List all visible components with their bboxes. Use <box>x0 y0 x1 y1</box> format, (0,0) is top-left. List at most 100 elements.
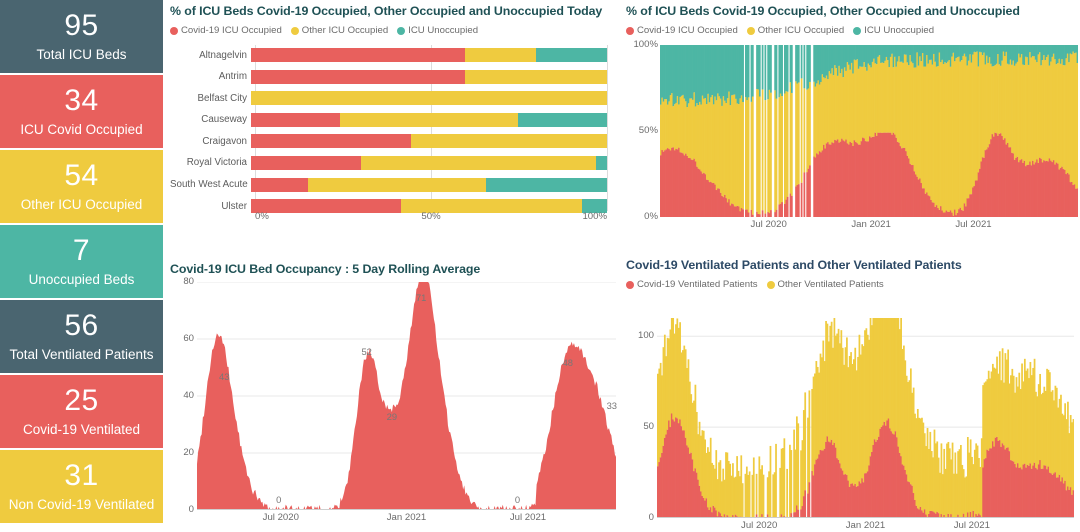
bar-row[interactable]: Antrim <box>170 67 607 87</box>
bar-track <box>251 91 607 106</box>
kpi-label: Other ICU Occupied <box>20 197 143 213</box>
bar-segment[interactable] <box>251 48 465 62</box>
bar-row[interactable]: Royal Victoria <box>170 153 607 173</box>
bar-category-label: Craigavon <box>202 135 247 147</box>
bar-row[interactable]: Causeway <box>170 110 607 130</box>
bar-row[interactable]: Belfast City <box>170 88 607 108</box>
x-tick-label: 50% <box>421 211 441 222</box>
legend-label: Covid-19 Ventilated Patients <box>637 279 758 290</box>
x-tick-label: Jan 2021 <box>851 219 891 230</box>
y-tick-label: 0 <box>188 504 194 515</box>
bar-row[interactable]: Altnagelvin <box>170 45 607 65</box>
bar-segment[interactable] <box>251 177 308 192</box>
kpi-card-total-icu-beds[interactable]: 95 Total ICU Beds <box>0 0 163 73</box>
legend-item[interactable]: Other ICU Occupied <box>746 25 845 36</box>
bar-segment[interactable] <box>464 48 536 62</box>
bar-track <box>251 155 607 170</box>
legend-item[interactable]: Covid-19 ICU Occupied <box>170 25 282 36</box>
kpi-card-other-icu-occupied[interactable]: 54 Other ICU Occupied <box>0 150 163 223</box>
legend-label: Covid-19 ICU Occupied <box>637 25 738 36</box>
bar-segment[interactable] <box>251 69 465 84</box>
kpi-label: Non Covid-19 Ventilated <box>8 497 155 513</box>
data-label: 29 <box>386 411 398 423</box>
legend-item[interactable]: Covid-19 Ventilated Patients <box>626 279 758 290</box>
bar-segment[interactable] <box>251 134 412 149</box>
legend-swatch-icon <box>397 26 406 35</box>
kpi-value: 95 <box>64 9 99 43</box>
icu-beds-timeseries-panel: % of ICU Beds Covid-19 Occupied, Other O… <box>626 4 1078 252</box>
y-tick-label: 60 <box>183 333 194 344</box>
data-label: 0 <box>514 494 521 505</box>
icu-beds-timeseries-legend: Covid-19 ICU Occupied Other ICU Occupied I… <box>626 25 1078 36</box>
icu-beds-today-panel: % of ICU Beds Covid-19 Occupied, Other O… <box>170 4 620 252</box>
legend-swatch-icon <box>766 280 775 289</box>
data-label: 52 <box>361 345 372 357</box>
bar-segment[interactable] <box>485 177 607 192</box>
bar-category-label: South West Acute <box>170 179 248 191</box>
y-tick-label: 80 <box>183 276 194 287</box>
bar-track <box>251 69 607 84</box>
bar-segment[interactable] <box>340 112 518 127</box>
legend-item[interactable]: ICU Unoccupied <box>397 25 478 36</box>
legend-swatch-icon <box>626 280 634 289</box>
bar-segment[interactable] <box>596 155 607 170</box>
ventilated-patients-panel: Covid-19 Ventilated Patients and Other V… <box>626 258 1078 532</box>
bar-category-label: Royal Victoria <box>186 157 247 169</box>
kpi-label: Total ICU Beds <box>36 47 127 63</box>
kpi-value: 7 <box>72 234 91 268</box>
bars-rows: Altnagelvin Antrim Belfast City Causeway Cra… <box>170 45 607 214</box>
kpi-card-unoccupied-beds[interactable]: 7 Unoccupied Beds <box>0 225 163 298</box>
icu-beds-today-plot: Altnagelvin Antrim Belfast City Causeway Cra… <box>170 45 620 225</box>
kpi-card-non-covid-19-ventilated[interactable]: 31 Non Covid-19 Ventilated <box>0 450 163 523</box>
y-tick-label: 50% <box>638 125 658 136</box>
x-tick-label: 0% <box>255 211 269 222</box>
bar-row[interactable]: South West Acute <box>170 175 607 195</box>
bar-segment[interactable] <box>535 48 607 62</box>
bar-track <box>251 134 607 149</box>
data-label: 33 <box>606 399 618 411</box>
legend-item[interactable]: Other ICU Occupied <box>290 25 389 36</box>
kpi-value: 54 <box>64 159 99 193</box>
y-tick-label: 0 <box>648 512 654 523</box>
legend-label: Other ICU Occupied <box>301 25 389 36</box>
legend-label: ICU Unoccupied <box>864 25 935 36</box>
x-tick-label: Jan 2021 <box>845 520 886 531</box>
rolling-y-axis: 0 20 40 60 80 <box>170 276 194 515</box>
bar-segment[interactable] <box>464 69 607 84</box>
data-label: 43 <box>219 371 230 383</box>
bar-segment[interactable] <box>361 155 597 170</box>
x-tick-label: Jul 2020 <box>741 520 778 531</box>
bar-row[interactable]: Craigavon <box>170 131 607 151</box>
rolling-x-axis: Jul 2020 Jan 2021 Jul 2021 <box>197 512 616 526</box>
legend-item[interactable]: ICU Unoccupied <box>853 25 934 36</box>
y-tick-label: 100% <box>633 39 658 50</box>
x-tick-label: 100% <box>582 211 607 222</box>
legend-item[interactable]: Covid-19 ICU Occupied <box>626 25 738 36</box>
bar-segment[interactable] <box>251 91 607 106</box>
ventilated-patients-title: Covid-19 Ventilated Patients and Other V… <box>626 258 962 272</box>
legend-item[interactable]: Other Ventilated Patients <box>766 279 884 290</box>
legend-swatch-icon <box>746 26 755 35</box>
kpi-card-total-ventilated-patients[interactable]: 56 Total Ventilated Patients <box>0 300 163 373</box>
x-tick-label: Jul 2021 <box>955 219 992 230</box>
bar-segment[interactable] <box>251 155 362 170</box>
kpi-card-covid-19-ventilated[interactable]: 25 Covid-19 Ventilated <box>0 375 163 448</box>
ventilated-y-axis: 0 50 100 <box>626 318 654 523</box>
bar-segment[interactable] <box>251 112 340 127</box>
kpi-label: Total Ventilated Patients <box>9 347 154 363</box>
legend-swatch-icon <box>170 26 178 35</box>
bar-segment[interactable] <box>411 134 607 149</box>
bar-category-label: Antrim <box>218 71 247 83</box>
kpi-value: 25 <box>64 384 99 418</box>
bar-segment[interactable] <box>307 177 486 192</box>
legend-swatch-icon <box>290 26 299 35</box>
kpi-value: 31 <box>64 459 99 493</box>
bar-category-label: Belfast City <box>197 92 247 104</box>
kpi-card-column: 95 Total ICU Beds 34 ICU Covid Occupied 54 Ot… <box>0 0 164 532</box>
bar-category-label: Ulster <box>221 200 247 212</box>
x-tick-label: Jan 2021 <box>386 512 427 523</box>
bar-segment[interactable] <box>518 112 607 127</box>
kpi-card-icu-covid-occupied[interactable]: 34 ICU Covid Occupied <box>0 75 163 148</box>
y-tick-label: 50 <box>643 421 654 433</box>
legend-label: Other ICU Occupied <box>757 25 845 36</box>
